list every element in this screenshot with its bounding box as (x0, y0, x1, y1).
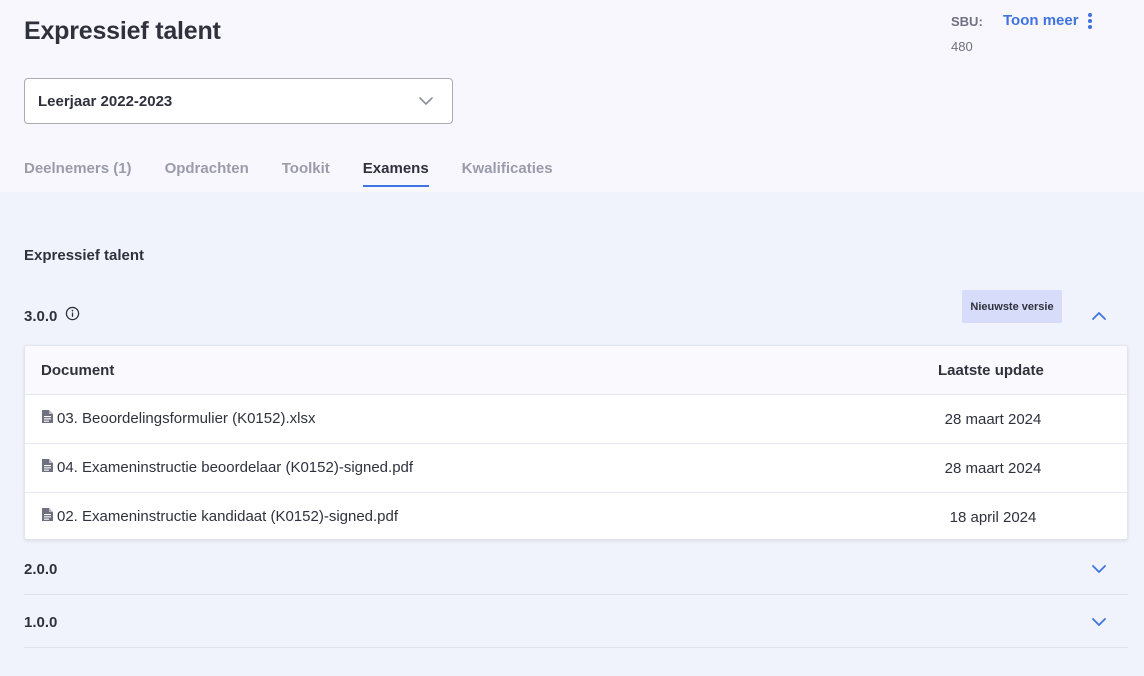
page-title: Expressief talent (24, 17, 221, 45)
sbu-value: 480 (951, 39, 973, 54)
table-row[interactable]: 04. Exameninstructie beoordelaar (K0152)… (25, 444, 1127, 493)
column-header-document[interactable]: Document (41, 362, 114, 379)
version-header-current[interactable]: 3.0.0 Nieuwste versie (24, 290, 1128, 325)
tab-kwalificaties[interactable]: Kwalificaties (462, 160, 553, 187)
tab-bar: Deelnemers (1) Opdrachten Toolkit Examen… (24, 160, 586, 187)
show-more-label: Toon meer (1003, 12, 1079, 29)
document-cell[interactable]: 02. Exameninstructie kandidaat (K0152)-s… (41, 507, 399, 525)
file-icon (42, 409, 53, 423)
document-name: 04. Exameninstructie beoordelaar (K0152)… (57, 459, 414, 476)
tab-deelnemers[interactable]: Deelnemers (1) (24, 160, 132, 187)
tab-toolkit[interactable]: Toolkit (282, 160, 330, 187)
version-label: 2.0.0 (24, 561, 58, 578)
version-label: 1.0.0 (24, 614, 58, 631)
school-year-select[interactable]: Leerjaar 2022-2023 (24, 78, 453, 124)
show-more-button[interactable]: Toon meer (1003, 12, 1092, 29)
last-update-cell: 18 april 2024 (949, 509, 1037, 526)
document-name: 02. Exameninstructie kandidaat (K0152)-s… (57, 508, 399, 525)
table-row[interactable]: 02. Exameninstructie kandidaat (K0152)-s… (25, 493, 1127, 539)
file-icon (42, 458, 53, 472)
chevron-down-icon[interactable] (1090, 613, 1108, 631)
file-icon (42, 507, 53, 521)
sbu-info: SBU: 480 (951, 14, 983, 54)
last-update-cell: 28 maart 2024 (944, 460, 1042, 477)
document-name: 03. Beoordelingsformulier (K0152).xlsx (57, 410, 316, 427)
info-icon[interactable] (65, 306, 80, 321)
school-year-value: Leerjaar 2022-2023 (38, 92, 173, 110)
tab-examens[interactable]: Examens (362, 160, 429, 187)
newest-version-badge: Nieuwste versie (962, 290, 1062, 323)
last-update-cell: 28 maart 2024 (944, 411, 1042, 428)
document-cell[interactable]: 04. Exameninstructie beoordelaar (K0152)… (41, 458, 414, 476)
page-header: Expressief talent SBU: 480 Toon meer Lee… (0, 0, 1144, 192)
section-title: Expressief talent (24, 247, 145, 264)
documents-table: Document Laatste update 03. Beoordelings… (24, 345, 1128, 540)
column-header-last-update[interactable]: Laatste update (938, 362, 1044, 379)
version-header-1-0-0[interactable]: 1.0.0 (24, 595, 1128, 648)
table-row[interactable]: 03. Beoordelingsformulier (K0152).xlsx 2… (25, 395, 1127, 444)
vertical-dots-icon (1087, 12, 1092, 29)
version-header-2-0-0[interactable]: 2.0.0 (24, 542, 1128, 595)
sbu-label: SBU: (951, 14, 983, 29)
chevron-up-icon[interactable] (1090, 307, 1108, 325)
chevron-down-icon[interactable] (1090, 560, 1108, 578)
table-header: Document Laatste update (25, 346, 1127, 395)
document-cell[interactable]: 03. Beoordelingsformulier (K0152).xlsx (41, 409, 316, 427)
tab-opdrachten[interactable]: Opdrachten (165, 160, 249, 187)
version-label: 3.0.0 (24, 308, 58, 325)
chevron-down-icon (419, 97, 433, 105)
